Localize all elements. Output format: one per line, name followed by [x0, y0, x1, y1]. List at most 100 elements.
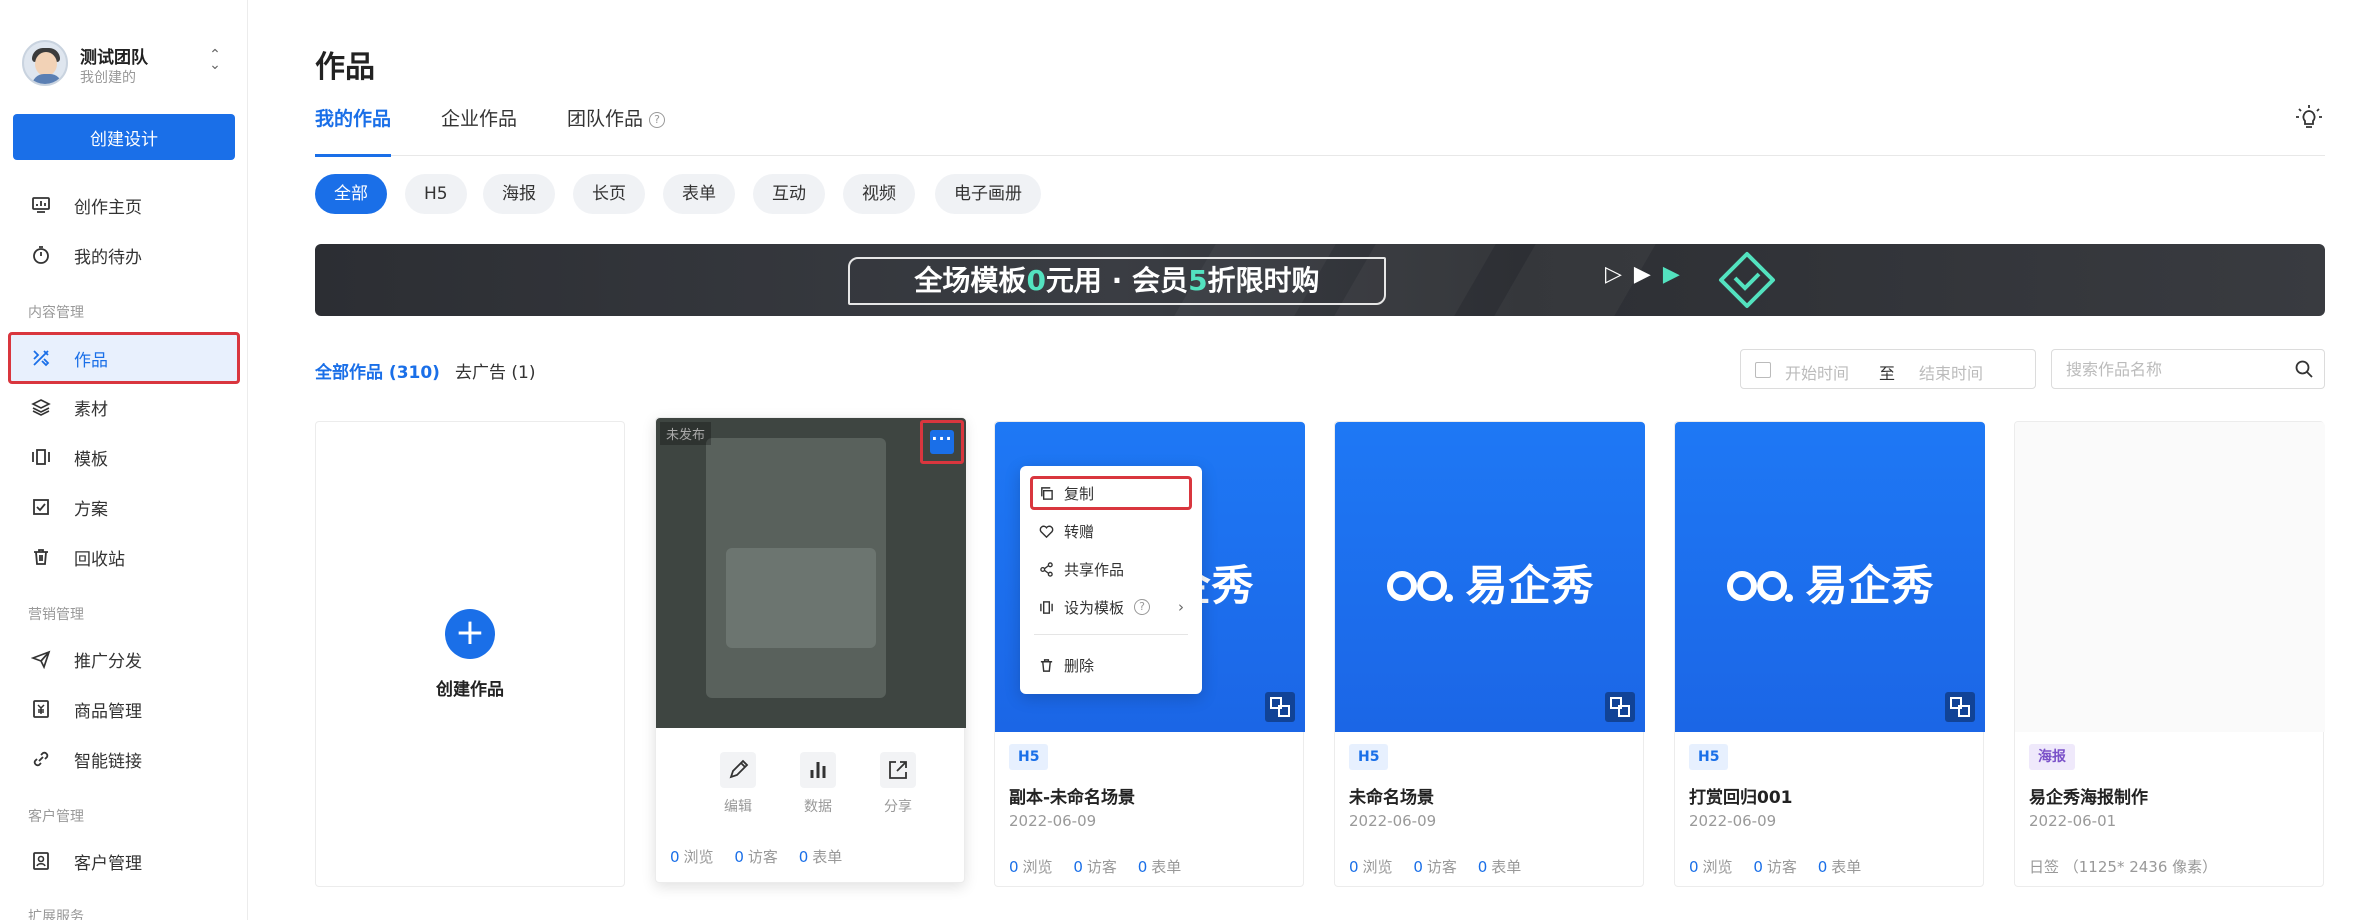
- tab-enterprise-works[interactable]: 企业作品: [441, 104, 517, 156]
- more-options-button[interactable]: ···: [920, 420, 964, 464]
- sidebar-item-label: 商品管理: [74, 701, 142, 722]
- sidebar-item-products[interactable]: 商品管理: [8, 686, 240, 732]
- search-input[interactable]: [2066, 358, 2276, 380]
- sidebar-item-label: 推广分发: [74, 651, 142, 672]
- search-box: [2051, 349, 2325, 389]
- works-tabs: 我的作品 企业作品 团队作品?: [315, 104, 2325, 157]
- sidebar-item-label: 客户管理: [74, 853, 142, 874]
- help-icon[interactable]: ?: [1134, 599, 1151, 615]
- avatar: [22, 40, 68, 86]
- sidebar-item-templates[interactable]: 模板: [8, 434, 240, 480]
- work-title: 副本-未命名场景: [1009, 788, 1136, 808]
- sidebar-item-plans[interactable]: 方案: [8, 484, 240, 530]
- chevron-updown-icon[interactable]: ⌃ ⌄: [208, 48, 222, 72]
- work-thumbnail[interactable]: [2015, 422, 2325, 732]
- work-thumbnail[interactable]: 易企秀: [1675, 422, 1985, 732]
- menu-item-delete[interactable]: 删除: [1030, 648, 1192, 682]
- filter-poster[interactable]: 海报: [483, 174, 555, 214]
- edit-label: 编辑: [724, 799, 752, 815]
- menu-item-label: 转赠: [1064, 522, 1095, 541]
- filter-interactive[interactable]: 互动: [753, 174, 825, 214]
- end-date[interactable]: 结束时间: [1919, 360, 1983, 384]
- date-separator: 至: [1879, 364, 1896, 383]
- sidebar-item-home[interactable]: 创作主页: [8, 182, 240, 228]
- sidebar-item-promotion[interactable]: 推广分发: [8, 636, 240, 682]
- data-action[interactable]: 数据: [788, 752, 848, 816]
- type-badge: H5: [1349, 744, 1389, 770]
- menu-item-label: 删除: [1064, 656, 1095, 675]
- qr-code-icon[interactable]: [1265, 692, 1295, 722]
- start-date[interactable]: 开始时间: [1785, 360, 1849, 384]
- tab-all-works[interactable]: 全部作品 (310): [315, 358, 440, 383]
- calendar-icon: [1755, 362, 1771, 378]
- poster-size: 日签 （1125* 2436 像素）: [2029, 858, 2218, 876]
- tab-ad-free[interactable]: 去广告 (1): [455, 358, 535, 383]
- edit-action[interactable]: 编辑: [708, 752, 768, 816]
- type-badge: 海报: [2029, 744, 2075, 770]
- heart-icon: [1038, 523, 1054, 539]
- tab-team-works[interactable]: 团队作品?: [567, 104, 666, 156]
- tools-icon: [30, 347, 52, 369]
- sidebar-item-label: 方案: [74, 499, 108, 520]
- search-icon[interactable]: [2294, 359, 2314, 379]
- type-badge: H5: [1009, 744, 1049, 770]
- filter-video[interactable]: 视频: [843, 174, 915, 214]
- share-action[interactable]: 分享: [868, 752, 928, 816]
- menu-item-share-work[interactable]: 共享作品: [1030, 552, 1192, 586]
- team-switcher[interactable]: 测试团队 我创建的 ⌃ ⌄: [22, 40, 232, 90]
- sidebar-item-todo[interactable]: 我的待办: [8, 232, 240, 278]
- sidebar-item-materials[interactable]: 素材: [8, 384, 240, 430]
- sidebar-item-works[interactable]: 作品: [8, 332, 240, 384]
- work-card[interactable]: 易企秀 H5 打赏回归001 2022-06-09 0 浏览 0 访客 0 表单: [1674, 421, 1985, 887]
- sidebar-item-smart-link[interactable]: 智能链接: [8, 736, 240, 782]
- date-range-picker[interactable]: 开始时间 至 结束时间: [1740, 349, 2036, 389]
- work-stats: 0 浏览 0 访客 0 表单: [1689, 858, 1862, 876]
- filter-form[interactable]: 表单: [663, 174, 735, 214]
- create-design-button[interactable]: 创建设计: [13, 114, 235, 160]
- menu-item-copy[interactable]: 复制: [1030, 476, 1192, 510]
- work-title: 易企秀海报制作: [2029, 788, 2148, 808]
- sidebar-item-label: 作品: [74, 350, 108, 371]
- create-work-label: 创建作品: [436, 679, 504, 700]
- work-card[interactable]: 未发布 ··· 编辑 数据 分享 0 浏览 0 访客 0 表单: [655, 417, 966, 883]
- work-stats: 0 浏览 0 访客 0 表单: [1349, 858, 1522, 876]
- qr-code-icon[interactable]: [1605, 692, 1635, 722]
- filter-long-page[interactable]: 长页: [573, 174, 645, 214]
- nav-group-marketing: 营销管理: [28, 607, 84, 623]
- nav-group-content: 内容管理: [28, 305, 84, 321]
- work-stats: 0 浏览 0 访客 0 表单: [670, 848, 843, 866]
- filter-all[interactable]: 全部: [315, 174, 387, 214]
- lightbulb-icon[interactable]: [2295, 104, 2325, 134]
- tab-my-works[interactable]: 我的作品: [315, 104, 392, 157]
- sidebar-item-recycle[interactable]: 回收站: [8, 534, 240, 580]
- layers-icon: [30, 396, 52, 418]
- sidebar-item-label: 创作主页: [74, 197, 142, 218]
- promo-banner[interactable]: 全场模板0元用 · 会员5折限时购 ▷▶▶: [315, 244, 2325, 316]
- help-icon[interactable]: ?: [649, 112, 666, 128]
- qr-code-icon[interactable]: [1945, 692, 1975, 722]
- work-thumbnail[interactable]: 易企秀: [1335, 422, 1645, 732]
- create-work-card[interactable]: + 创建作品: [315, 421, 625, 887]
- sidebar-item-customers[interactable]: 客户管理: [8, 838, 240, 884]
- monitor-chart-icon: [30, 194, 52, 216]
- menu-item-label: 设为模板: [1064, 598, 1125, 617]
- bar-chart-icon: [800, 752, 836, 788]
- copy-icon: [1038, 485, 1054, 501]
- filter-h5[interactable]: H5: [405, 174, 467, 214]
- work-thumbnail[interactable]: 未发布 ···: [656, 418, 966, 728]
- menu-item-label: 复制: [1064, 484, 1095, 503]
- share-nodes-icon: [1038, 561, 1054, 577]
- work-date: 2022-06-01: [2029, 812, 2117, 830]
- brand-logo: 易企秀: [1675, 552, 1985, 613]
- checklist-icon: [30, 496, 52, 518]
- filter-album[interactable]: 电子画册: [935, 174, 1041, 214]
- trash-icon: [30, 546, 52, 568]
- vip-diamond-icon: [1719, 252, 1775, 308]
- menu-item-set-template[interactable]: 设为模板 ? ›: [1030, 590, 1192, 624]
- menu-divider: [1034, 634, 1188, 635]
- work-card[interactable]: 海报 易企秀海报制作 2022-06-01 日签 （1125* 2436 像素）: [2014, 421, 2325, 887]
- page-title: 作品: [315, 50, 375, 85]
- work-card[interactable]: 易企秀 H5 未命名场景 2022-06-09 0 浏览 0 访客 0 表单: [1334, 421, 1645, 887]
- menu-item-gift[interactable]: 转赠: [1030, 514, 1192, 548]
- tab-label: 团队作品: [567, 108, 644, 130]
